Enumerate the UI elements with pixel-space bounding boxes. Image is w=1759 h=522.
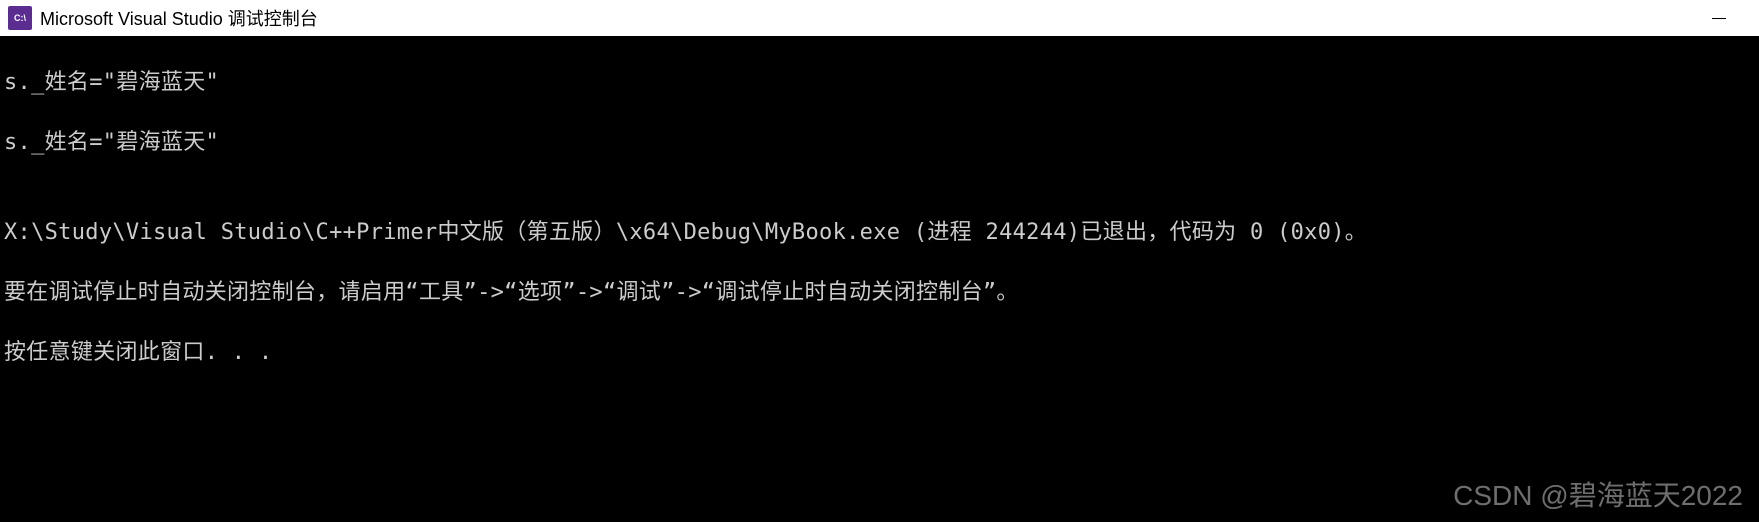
console-line: s._姓名="碧海蓝天" [4, 68, 1755, 98]
console-line: 按任意键关闭此窗口. . . [4, 338, 1755, 368]
minimize-button[interactable] [1699, 0, 1739, 36]
window-title: Microsoft Visual Studio 调试控制台 [40, 5, 1751, 31]
console-output[interactable]: s._姓名="碧海蓝天" s._姓名="碧海蓝天" X:\Study\Visua… [0, 36, 1759, 522]
minimize-icon [1712, 18, 1726, 19]
app-icon-label: C:\ [14, 13, 26, 23]
window-controls [1699, 0, 1739, 36]
console-line: s._姓名="碧海蓝天" [4, 128, 1755, 158]
console-line: X:\Study\Visual Studio\C++Primer中文版（第五版）… [4, 218, 1755, 248]
app-icon: C:\ [8, 6, 32, 30]
console-line: 要在调试停止时自动关闭控制台，请启用“工具”->“选项”->“调试”->“调试停… [4, 278, 1755, 308]
titlebar: C:\ Microsoft Visual Studio 调试控制台 [0, 0, 1759, 36]
